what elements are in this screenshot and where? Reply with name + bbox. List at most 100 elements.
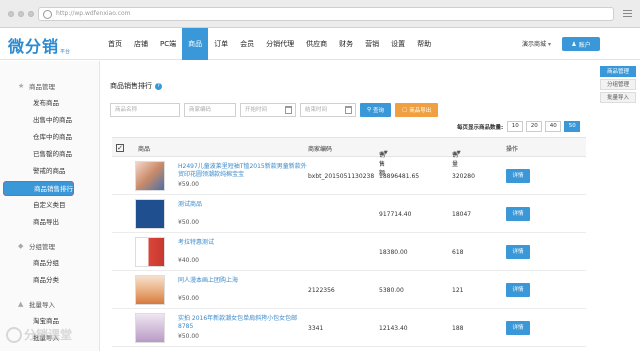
- right-tab-1[interactable]: 分组管理: [600, 79, 636, 90]
- account-button[interactable]: ♟ 账户: [562, 37, 600, 51]
- product-price: ¥40.00: [178, 257, 199, 264]
- nav-item-1[interactable]: 店铺: [128, 28, 154, 60]
- nav-item-2[interactable]: PC端: [154, 28, 182, 60]
- tag-icon: ◆: [18, 241, 24, 250]
- main-nav: 首页 店铺 PC端 商品 订单 会员 分销代理 供应商 财务 营销 设置 帮助: [102, 28, 437, 60]
- product-name-link[interactable]: 实拍 2016年新款潮女包单肩斜挎小包女包邮8785: [178, 315, 312, 330]
- nav-item-8[interactable]: 财务: [333, 28, 359, 60]
- end-date-placeholder: 结束时间: [305, 107, 328, 113]
- product-name-link[interactable]: 同人漫本画上团购上海: [178, 277, 312, 285]
- product-price: ¥50.00: [178, 295, 199, 302]
- nav-item-10[interactable]: 设置: [385, 28, 411, 60]
- star-icon: ★: [18, 81, 25, 90]
- nav-item-4[interactable]: 订单: [208, 28, 234, 60]
- address-bar[interactable]: http://wp.wdfenxiao.com: [38, 7, 614, 21]
- product-thumbnail[interactable]: [135, 161, 165, 191]
- product-price: ¥50.00: [178, 333, 199, 340]
- sales-amount: 18380.00: [379, 249, 408, 256]
- table-row: H2497儿童波莱里短袖T恤2015新款男童新款外贸印花圆领潮款纯棉宝宝 ¥59.…: [112, 157, 586, 195]
- sales-amount: 12143.40: [379, 325, 408, 332]
- nav-item-0[interactable]: 首页: [102, 28, 128, 60]
- sidebar-item-0-6[interactable]: 自定义类目: [0, 198, 100, 213]
- nav-item-7[interactable]: 供应商: [300, 28, 333, 60]
- minimize-window-dot[interactable]: [18, 11, 24, 17]
- right-tab-0[interactable]: 商品管理: [600, 66, 636, 77]
- product-name-link[interactable]: H2497儿童波莱里短袖T恤2015新款男童新款外贸印花圆领潮款纯棉宝宝: [178, 163, 312, 178]
- sidebar-item-0-1[interactable]: 出售中的商品: [0, 113, 100, 128]
- nav-item-3[interactable]: 商品: [182, 28, 209, 60]
- sidebar-item-1-0[interactable]: 商品分组: [0, 256, 100, 271]
- globe-icon: [43, 10, 52, 19]
- sidebar-section-2: ▲ 批量导入: [18, 299, 55, 309]
- sidebar-section-title: 商品管理: [29, 83, 55, 91]
- product-name-link[interactable]: 考拉特惠测试: [178, 239, 312, 247]
- sidebar-item-0-7[interactable]: 商品导出: [0, 215, 100, 230]
- sidebar-item-0-5[interactable]: 商品销售排行: [3, 181, 74, 196]
- end-date-input[interactable]: 结束时间: [300, 103, 356, 117]
- watermark-text: 分销课堂: [24, 328, 73, 342]
- detail-button[interactable]: 详情: [506, 245, 530, 259]
- nav-item-5[interactable]: 会员: [234, 28, 260, 60]
- detail-button[interactable]: 详情: [506, 169, 530, 183]
- sales-amount: 5380.00: [379, 287, 404, 294]
- start-date-placeholder: 开始时间: [245, 107, 268, 113]
- search-button-label: 查询: [373, 108, 385, 114]
- col-product: 商品: [138, 146, 151, 153]
- page-size-option[interactable]: 40: [545, 121, 562, 132]
- search-button[interactable]: ⚲ 查询: [360, 103, 392, 117]
- product-thumbnail[interactable]: [135, 275, 165, 305]
- merchant-code: 2122356: [308, 287, 335, 294]
- sort-icon: ▲▼: [380, 150, 388, 156]
- browser-menu-icon[interactable]: [623, 10, 632, 19]
- page-size-option[interactable]: 10: [507, 121, 524, 132]
- window-controls: [8, 11, 34, 17]
- product-name-link[interactable]: 测试商品: [178, 201, 312, 209]
- detail-button[interactable]: 详情: [506, 207, 530, 221]
- browser-chrome: http://wp.wdfenxiao.com: [0, 0, 640, 28]
- page-title-text: 商品销售排行: [110, 82, 152, 90]
- right-tab-2[interactable]: 批量导入: [600, 92, 636, 103]
- sidebar-item-0-2[interactable]: 仓库中的商品: [0, 130, 100, 145]
- table-row: 测试商品 ¥50.00 917714.40 18047 详情: [112, 195, 586, 233]
- user-icon: ♟: [571, 40, 577, 48]
- watermark: 分销课堂: [6, 326, 72, 343]
- sales-ranking-table: ✓ 商品 商家编码 销售额 ▲▼ 销量 ▲▼ 操作 H2497儿童波莱里短袖T恤20…: [112, 137, 586, 347]
- sidebar-section-title: 分组管理: [29, 243, 55, 251]
- product-price: ¥50.00: [178, 219, 199, 226]
- page-size-option[interactable]: 20: [526, 121, 543, 132]
- merchant-code-input[interactable]: 商家编码: [184, 103, 236, 117]
- nav-item-11[interactable]: 帮助: [411, 28, 437, 60]
- merchant-code: 3341: [308, 325, 324, 332]
- search-icon: ⚲: [367, 107, 372, 113]
- sidebar-section-1: ◆ 分组管理: [18, 241, 55, 251]
- sidebar-item-0-3[interactable]: 已售罄的商品: [0, 147, 100, 162]
- sidebar-item-0-4[interactable]: 警戒的商品: [0, 164, 100, 179]
- sidebar-item-0-0[interactable]: 发布商品: [0, 96, 100, 111]
- maximize-window-dot[interactable]: [28, 11, 34, 17]
- nav-item-6[interactable]: 分销代理: [260, 28, 300, 60]
- export-button[interactable]: ▢ 商品导出: [395, 103, 439, 117]
- close-window-dot[interactable]: [8, 11, 14, 17]
- calendar-icon: [345, 106, 352, 114]
- page-size-label: 每页显示商品数量:: [457, 124, 504, 131]
- select-all-checkbox[interactable]: ✓: [116, 144, 124, 152]
- account-label: 账户: [578, 41, 591, 49]
- help-icon[interactable]: ?: [155, 82, 162, 90]
- logo[interactable]: 微分销 平台: [6, 33, 70, 57]
- sales-amount: 18896481.65: [379, 173, 420, 180]
- sales-amount: 917714.40: [379, 211, 412, 218]
- sales-qty: 320280: [452, 173, 475, 180]
- nav-item-9[interactable]: 营销: [359, 28, 385, 60]
- product-thumbnail[interactable]: [135, 313, 165, 343]
- start-date-input[interactable]: 开始时间: [240, 103, 296, 117]
- sidebar-item-1-1[interactable]: 商品分类: [0, 273, 100, 288]
- product-thumbnail[interactable]: [135, 199, 165, 229]
- product-thumbnail[interactable]: [135, 237, 165, 267]
- detail-button[interactable]: 详情: [506, 283, 530, 297]
- detail-button[interactable]: 详情: [506, 321, 530, 335]
- demo-shop-dropdown[interactable]: 演示商城: [522, 39, 551, 48]
- page-size-option[interactable]: 50: [564, 121, 581, 132]
- product-name-input[interactable]: 商品名称: [110, 103, 180, 117]
- filter-bar: 商品名称 商家编码 开始时间 结束时间 ⚲ 查询 ▢ 商品导出: [110, 103, 439, 117]
- page-size-selector: 每页显示商品数量: 10 20 40 50: [457, 121, 581, 132]
